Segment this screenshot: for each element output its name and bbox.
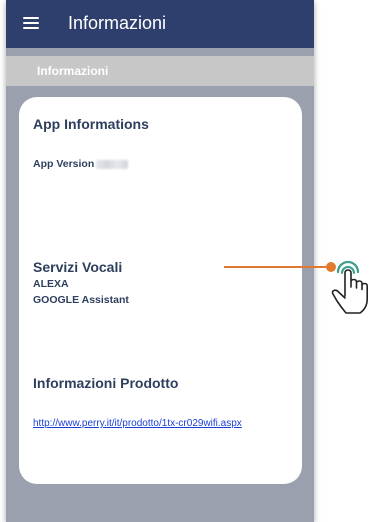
section-header-label: Informazioni xyxy=(37,64,109,78)
app-bar: Informazioni xyxy=(6,0,314,48)
voice-service-google-assistant: GOOGLE Assistant xyxy=(33,294,129,306)
app-bar-title: Informazioni xyxy=(68,13,167,33)
screenshot-stage: Informazioni Informazioni App Informatio… xyxy=(0,0,372,522)
voice-services-heading: Servizi Vocali xyxy=(33,259,123,275)
section-header: Informazioni xyxy=(6,56,314,86)
product-info-heading: Informazioni Prodotto xyxy=(33,375,179,391)
app-screen: Informazioni Informazioni App Informatio… xyxy=(6,0,314,522)
tap-hand-icon xyxy=(331,260,368,314)
app-version-row: App Version xyxy=(33,158,129,170)
info-card: App Informations App Version Servizi Voc… xyxy=(19,97,302,484)
callout-line xyxy=(224,266,331,268)
app-info-heading: App Informations xyxy=(33,116,149,132)
hamburger-menu-icon[interactable] xyxy=(23,17,39,30)
app-version-value-redacted xyxy=(96,159,129,169)
product-link[interactable]: http://www.perry.it/it/prodotto/1tx-cr02… xyxy=(33,418,283,429)
voice-service-alexa: ALEXA xyxy=(33,278,69,290)
app-version-label: App Version xyxy=(33,158,95,170)
